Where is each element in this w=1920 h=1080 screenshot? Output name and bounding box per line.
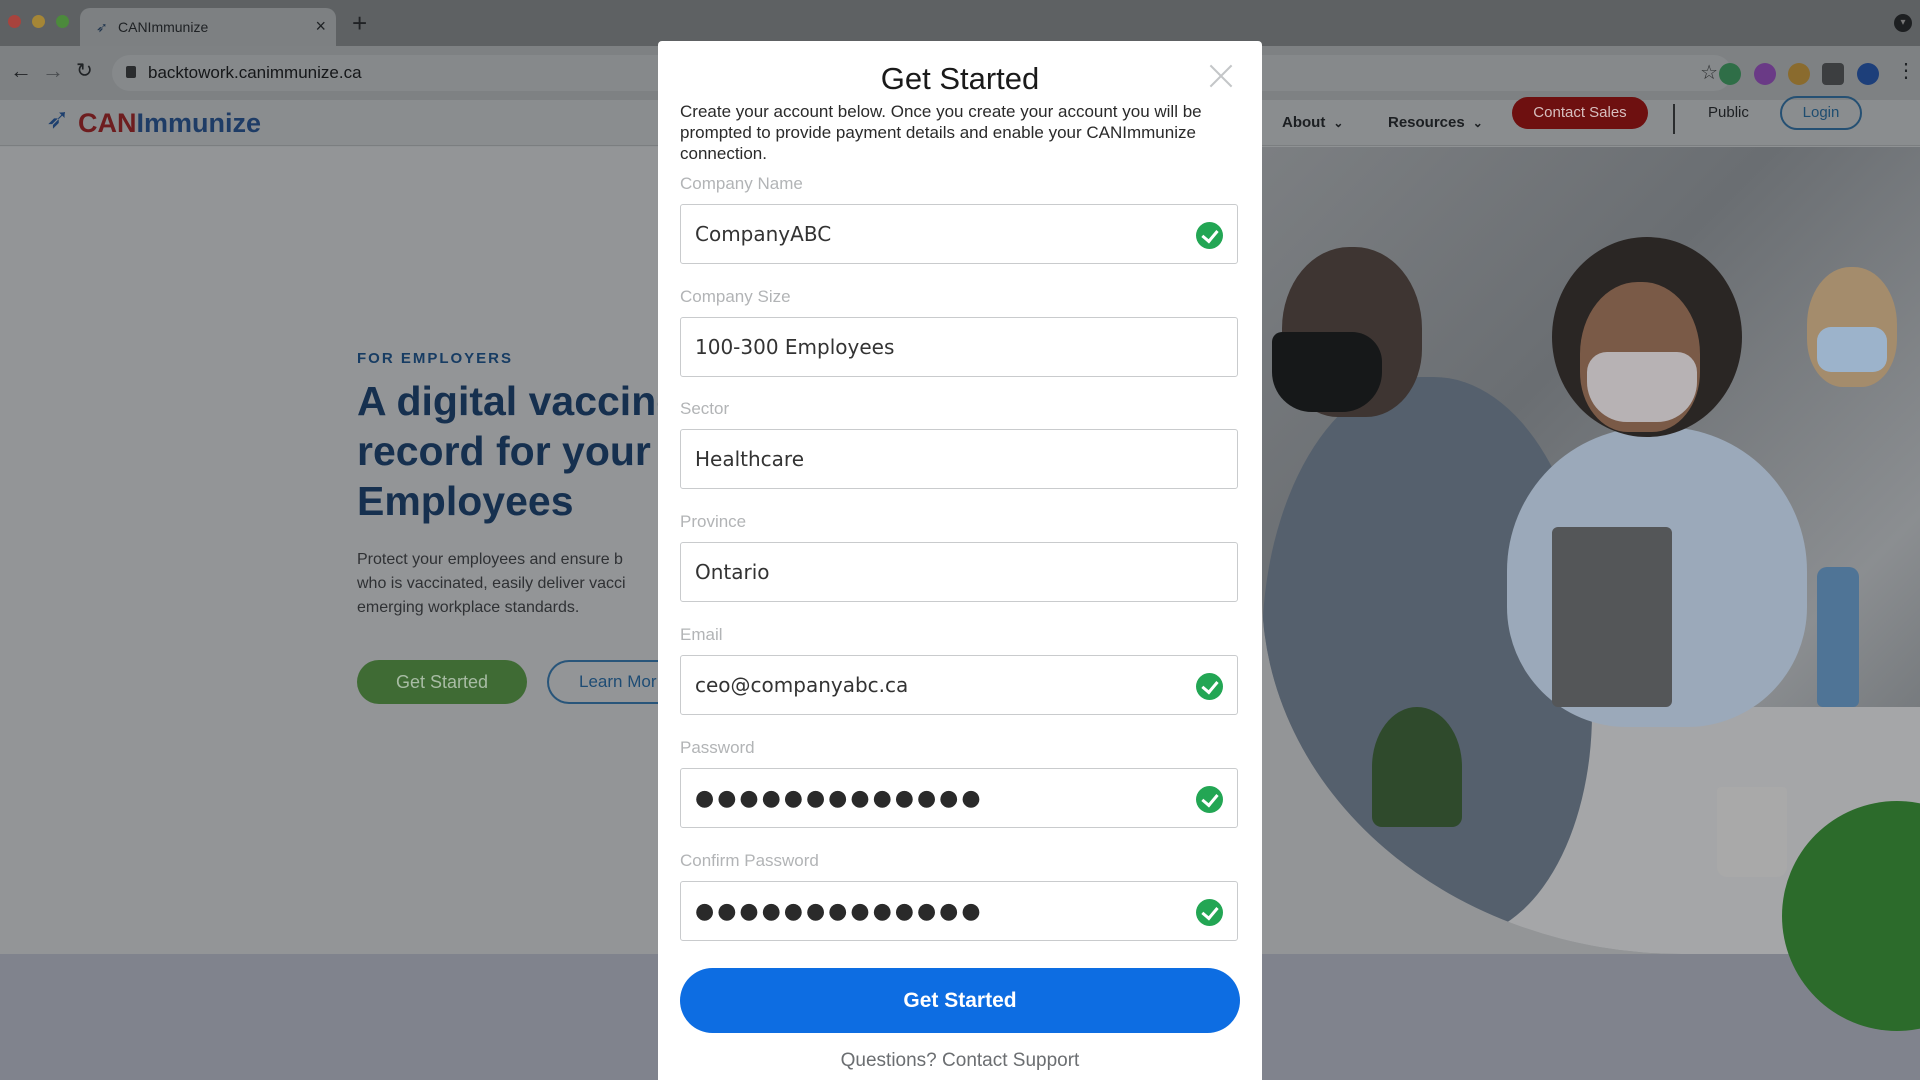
favicon-icon: ➶	[96, 19, 108, 35]
email-input[interactable]	[681, 656, 1237, 714]
sector-select[interactable]	[681, 430, 1237, 488]
province-label: Province	[680, 512, 747, 531]
email-label: Email	[680, 625, 723, 644]
nav-about[interactable]: About ⌄	[1282, 114, 1343, 131]
company-name-input[interactable]	[681, 205, 1237, 263]
company-name-label: Company Name	[680, 174, 803, 193]
reload-icon[interactable]: ↻	[76, 60, 93, 82]
hero-learn-more-button[interactable]: Learn Mor	[547, 660, 667, 704]
password-label: Password	[680, 738, 755, 757]
window-maximize-button[interactable]	[56, 15, 69, 28]
profile-avatar[interactable]	[1857, 63, 1879, 85]
browser-menu-icon[interactable]: ⋮	[1896, 60, 1916, 82]
contact-support-link[interactable]: Questions? Contact Support	[658, 1050, 1262, 1072]
hero-get-started-button[interactable]: Get Started	[357, 660, 527, 704]
get-started-submit-button[interactable]: Get Started	[680, 968, 1240, 1033]
tab-close-icon[interactable]: ×	[315, 16, 326, 37]
lock-icon	[126, 66, 136, 78]
email-field[interactable]	[680, 655, 1238, 715]
chevron-down-icon: ⌄	[1333, 116, 1344, 130]
url-text: backtowork.canimmunize.ca	[148, 63, 362, 82]
company-size-field[interactable]	[680, 317, 1238, 377]
window-close-button[interactable]	[8, 15, 21, 28]
modal-title: Get Started	[880, 61, 1040, 96]
password-input[interactable]	[681, 769, 1237, 827]
hero-kicker: FOR EMPLOYERS	[357, 350, 514, 367]
extension-icon[interactable]	[1754, 63, 1776, 85]
modal-description: Create your account below. Once you crea…	[680, 102, 1202, 163]
password-field[interactable]	[680, 768, 1238, 828]
signup-modal: Get Started Create your account below. O…	[658, 41, 1262, 1080]
hero-description: Protect your employees and ensure b who …	[357, 551, 626, 616]
profile-menu-icon[interactable]: ▾	[1894, 14, 1912, 32]
province-select[interactable]	[681, 543, 1237, 601]
company-size-label: Company Size	[680, 287, 791, 306]
chevron-down-icon: ⌄	[1472, 116, 1483, 130]
extensions-puzzle-icon[interactable]	[1822, 63, 1844, 85]
bookmark-star-icon[interactable]: ☆	[1700, 60, 1718, 85]
nav-resources[interactable]: Resources ⌄	[1388, 114, 1483, 131]
checkmark-icon	[1196, 786, 1223, 813]
site-logo[interactable]: CANImmunize	[78, 100, 261, 146]
company-name-field[interactable]	[680, 204, 1238, 264]
sector-field[interactable]	[680, 429, 1238, 489]
extension-icon[interactable]	[1788, 63, 1810, 85]
nav-divider	[1673, 104, 1675, 134]
sector-label: Sector	[680, 399, 730, 418]
forward-icon[interactable]: →	[42, 60, 64, 82]
hero-headline: A digital vaccine record for your Employ…	[357, 378, 677, 524]
contact-sales-button[interactable]: Contact Sales	[1512, 97, 1648, 129]
company-size-select[interactable]	[681, 318, 1237, 376]
checkmark-icon	[1196, 899, 1223, 926]
login-button[interactable]: Login	[1780, 96, 1862, 130]
checkmark-icon	[1196, 673, 1223, 700]
new-tab-button[interactable]: +	[352, 10, 367, 36]
browser-tab[interactable]: ➶ CANImmunize ×	[80, 8, 336, 46]
checkmark-icon	[1196, 222, 1223, 249]
confirm-password-input[interactable]	[681, 882, 1237, 940]
close-icon[interactable]	[1204, 59, 1238, 93]
back-icon[interactable]: ←	[10, 60, 32, 82]
confirm-password-field[interactable]	[680, 881, 1238, 941]
window-minimize-button[interactable]	[32, 15, 45, 28]
browser-tab-bar: ➶ CANImmunize × + ▾	[0, 0, 1920, 46]
nav-public[interactable]: Public	[1708, 104, 1749, 121]
extension-icon[interactable]	[1719, 63, 1741, 85]
confirm-password-label: Confirm Password	[680, 851, 819, 870]
logo-bird-icon: ➶	[46, 103, 70, 134]
tab-title: CANImmunize	[118, 19, 209, 35]
province-field[interactable]	[680, 542, 1238, 602]
